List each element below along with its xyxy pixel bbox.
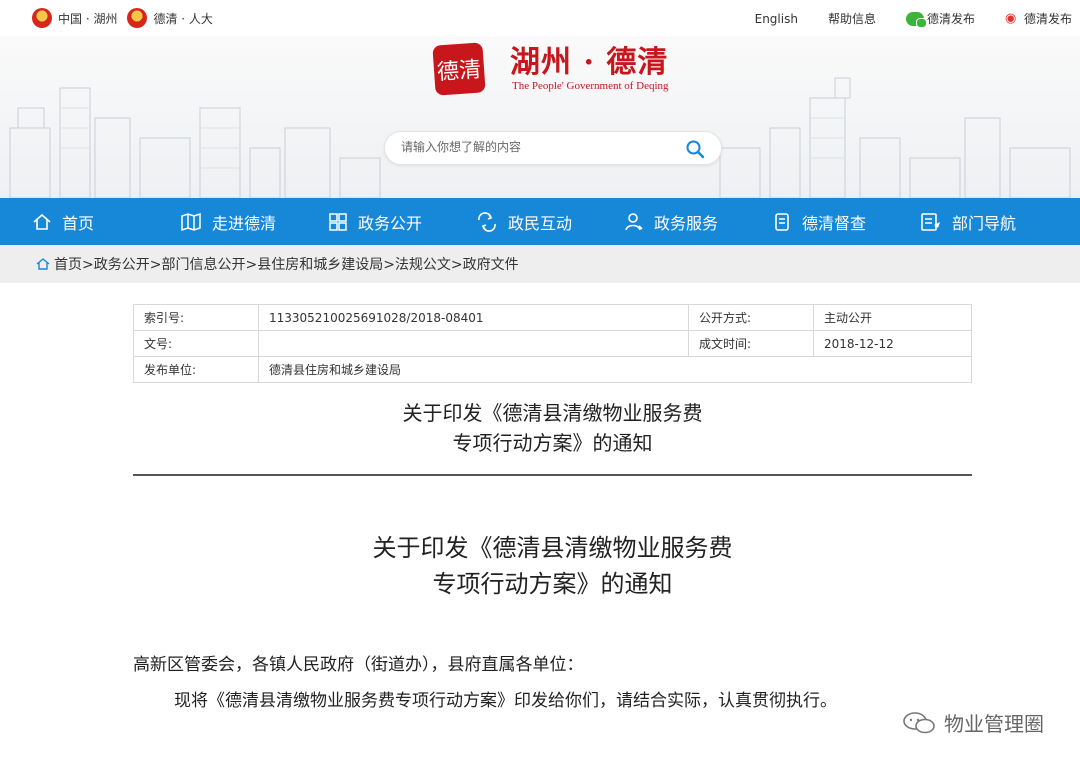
table-row: 索引号: 113305210025691028/2018-08401 公开方式:… — [133, 304, 972, 331]
top-right-links: English 帮助信息 德清发布 ◉ 德清发布 — [725, 10, 1072, 28]
emblem-icon — [127, 8, 148, 28]
nav-label-services: 政务服务 — [654, 213, 719, 233]
search-input[interactable] — [401, 140, 671, 154]
grid-icon — [329, 212, 347, 231]
nav-label-gov-open: 政务公开 — [358, 213, 423, 233]
date-value: 2018-12-12 — [813, 330, 972, 357]
search-box — [384, 131, 722, 165]
watermark: 物业管理圈 — [902, 708, 1044, 737]
logo-text: 湖州 · 德清 The People' Government of Deqing — [510, 45, 669, 93]
open-label: 公开方式: — [688, 304, 814, 331]
nav-label-interaction: 政民互动 — [508, 213, 573, 233]
logo-title-en: The People' Government of Deqing — [512, 80, 669, 92]
document-addressee: 高新区管委会，各镇人民政府（街道办），县府直属各单位： — [133, 655, 584, 675]
home-icon — [36, 258, 50, 270]
user-icon — [625, 212, 643, 230]
logo-title-cn: 湖州 · 德清 — [510, 45, 669, 80]
date-label: 成文时间: — [688, 330, 814, 357]
nav-item-gov-open[interactable]: 政务公开 — [328, 198, 422, 245]
header-banner: 德清 湖州 · 德清 The People' Government of Deq… — [0, 36, 1080, 198]
issuer-value: 德清县住房和城乡建设局 — [258, 356, 972, 383]
english-link[interactable]: English — [755, 12, 798, 26]
map-icon — [181, 212, 201, 231]
divider — [133, 474, 972, 476]
wechat-link[interactable]: 德清发布 — [905, 10, 975, 28]
wechat-label: 德清发布 — [926, 12, 975, 26]
open-value: 主动公开 — [813, 304, 972, 331]
issuer-label: 发布单位: — [133, 356, 259, 383]
docno-value — [258, 330, 689, 357]
nav-item-interaction[interactable]: 政民互动 — [476, 198, 572, 245]
site-logo[interactable]: 德清 湖州 · 德清 The People' Government of Deq… — [432, 42, 669, 96]
help-link[interactable]: 帮助信息 — [828, 10, 876, 27]
table-row: 文号: 成文时间: 2018-12-12 — [133, 330, 972, 357]
search-icon[interactable] — [685, 139, 705, 159]
page-title-line2: 专项行动方案》的通知 — [452, 431, 653, 455]
weibo-label: 德清发布 — [1023, 12, 1072, 26]
breadcrumb-path[interactable]: 首页>政务公开>部门信息公开>县住房和城乡建设局>法规公文>政府文件 — [54, 254, 519, 274]
breadcrumb: 首页>政务公开>部门信息公开>县住房和城乡建设局>法规公文>政府文件 — [0, 245, 1080, 283]
document-title-line2: 专项行动方案》的通知 — [432, 570, 673, 598]
wechat-icon — [905, 11, 927, 28]
top-left-links: 中国 · 湖州 德清 · 人大 — [32, 8, 223, 28]
nav-item-about[interactable]: 走进德清 — [180, 198, 276, 245]
national-emblem-icon — [32, 8, 52, 28]
help-label: 帮助信息 — [827, 12, 876, 26]
nav-item-home[interactable]: 首页 — [32, 198, 94, 245]
page-title-line1: 关于印发《德清县清缴物业服务费 — [402, 401, 703, 425]
home-icon — [33, 213, 51, 230]
index-value: 113305210025691028/2018-08401 — [258, 304, 689, 331]
english-label: English — [754, 11, 798, 26]
index-label: 索引号: — [133, 304, 259, 331]
nav-label-inspection: 德清督查 — [802, 213, 867, 233]
document-title: 关于印发《德清县清缴物业服务费 专项行动方案》的通知 — [133, 530, 972, 602]
document-paragraph: 现将《德清县清缴物业服务费专项行动方案》印发给你们，请结合实际，认真贯彻执行。 — [174, 691, 837, 711]
nav-label-departments: 部门导航 — [952, 213, 1017, 233]
document-title-line1: 关于印发《德清县清缴物业服务费 — [372, 534, 733, 562]
nav-item-departments[interactable]: 部门导航 — [920, 198, 1016, 245]
page-title: 关于印发《德清县清缴物业服务费 专项行动方案》的通知 — [133, 398, 972, 458]
guide-icon — [921, 212, 940, 231]
watermark-text: 物业管理圈 — [944, 712, 1044, 736]
wechat-icon — [903, 711, 935, 733]
inspect-icon — [775, 212, 789, 231]
main-nav: 首页 走进德清 政务公开 政民互动 政务服务 德清督查 部门导航 — [0, 198, 1080, 245]
weibo-icon: ◉ — [1004, 10, 1017, 26]
weibo-link[interactable]: ◉ 德清发布 — [1005, 10, 1072, 27]
interaction-icon — [478, 211, 496, 232]
link-china-huzhou[interactable]: 中国 · 湖州 — [58, 10, 117, 27]
nav-item-services[interactable]: 政务服务 — [624, 198, 718, 245]
nav-label-home: 首页 — [62, 213, 95, 233]
table-row: 发布单位: 德清县住房和城乡建设局 — [133, 356, 972, 383]
link-deqing-npc[interactable]: 德清 · 人大 — [153, 10, 212, 27]
top-bar: 中国 · 湖州 德清 · 人大 English 帮助信息 德清发布 ◉ 德清发布 — [0, 0, 1080, 36]
docno-label: 文号: — [133, 330, 259, 357]
nav-label-about: 走进德清 — [212, 213, 277, 233]
logo-seal: 德清 — [432, 42, 486, 96]
nav-item-inspection[interactable]: 德清督查 — [772, 198, 866, 245]
document-meta-table: 索引号: 113305210025691028/2018-08401 公开方式:… — [133, 304, 972, 383]
